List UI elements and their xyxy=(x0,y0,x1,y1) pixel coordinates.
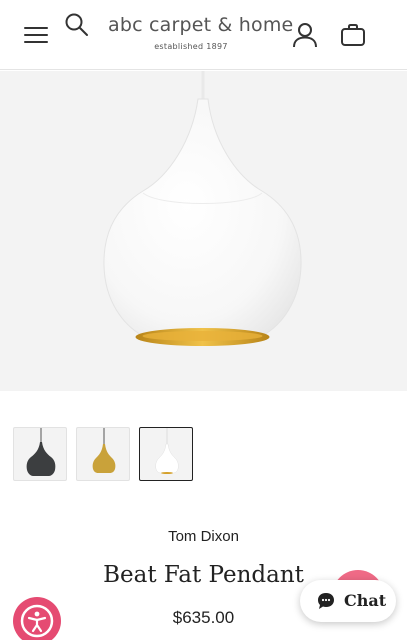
site-header: abc carpet & home established 1897 xyxy=(0,0,407,70)
accessibility-icon xyxy=(20,604,54,638)
hamburger-icon[interactable] xyxy=(24,25,48,45)
logo-tagline: established 1897 xyxy=(154,42,228,51)
product-brand[interactable]: Tom Dixon xyxy=(0,528,407,545)
product-hero-image[interactable] xyxy=(0,71,407,391)
thumbnail-white[interactable] xyxy=(139,427,193,481)
black-pendant-thumb xyxy=(26,428,56,476)
logo-text: abc carpet & home xyxy=(108,14,294,36)
search-icon[interactable] xyxy=(64,12,90,38)
thumbnail-black[interactable] xyxy=(13,427,67,481)
white-pendant-thumb xyxy=(155,428,179,474)
chat-bubble-icon xyxy=(318,593,334,609)
user-icon[interactable] xyxy=(291,22,319,48)
accessibility-button[interactable] xyxy=(13,597,61,640)
chat-label: Chat xyxy=(344,591,387,610)
thumbnail-brass[interactable] xyxy=(76,427,130,481)
chat-button[interactable]: Chat xyxy=(300,580,396,622)
pendant-lamp-image xyxy=(103,71,302,346)
site-logo[interactable]: abc carpet & home established 1897 xyxy=(108,14,294,51)
brass-pendant-thumb xyxy=(92,428,116,473)
bag-icon[interactable] xyxy=(339,22,367,48)
